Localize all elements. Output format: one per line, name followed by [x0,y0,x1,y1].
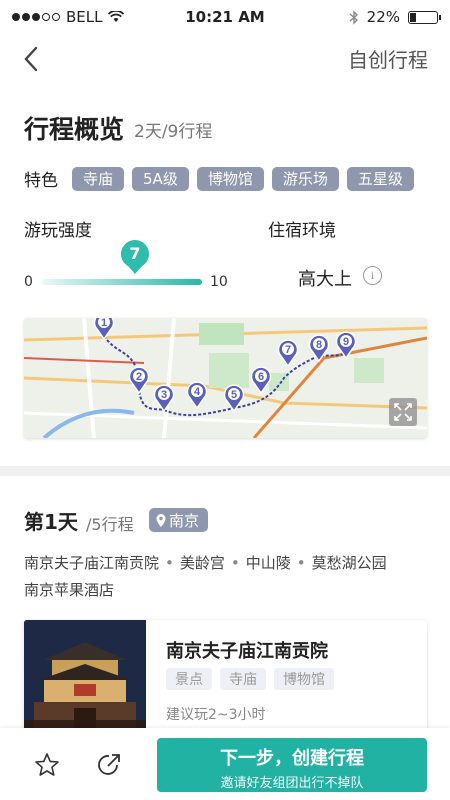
day-title: 第1天 [24,510,78,534]
map-marker-2[interactable]: 2 [128,366,150,394]
map-marker-label: 3 [161,389,167,401]
status-bar: BELL 10:21 AM 22% [0,0,450,34]
cta-label: 下一步，创建行程 [220,748,364,769]
slider-handle[interactable]: 7 [121,240,149,274]
slider-min-label: 0 [24,274,33,290]
feature-tag: 博物馆 [196,166,264,191]
route-stop: 莫愁湖公园 [311,554,387,572]
map-marker-label: 5 [231,389,237,401]
features-row: 特色 寺庙 5A级 博物馆 游乐场 五星级 [24,166,422,191]
star-icon[interactable] [34,752,60,778]
map-marker-7[interactable]: 7 [277,339,299,367]
expand-icon[interactable] [389,398,417,426]
share-icon[interactable] [96,752,122,778]
route-stop: 南京夫子庙江南贡院 [24,554,160,572]
route-stop: 美龄宫 [179,554,225,572]
map-marker-5[interactable]: 5 [223,384,245,412]
route-stop: 南京苹果酒店 [24,581,115,599]
day-subtitle: /5行程 [86,515,134,534]
lodging-label: 住宿环境 [268,221,336,241]
features-label: 特色 [24,171,58,191]
attraction-tags: 景点 寺庙 博物馆 [166,668,334,690]
attraction-photo [24,620,146,740]
overview-subtitle: 2天/9行程 [134,122,213,142]
create-itinerary-button[interactable]: 下一步，创建行程 邀请好友组团出行不掉队 [157,738,427,792]
section-divider [0,466,450,476]
cta-sublabel: 邀请好友组团出行不掉队 [220,776,364,791]
battery-percent: 22% [366,8,400,26]
map-marker-label: 4 [194,386,201,398]
feature-tag: 游乐场 [271,166,339,191]
attraction-duration: 建议玩2~3小时 [166,707,266,723]
slider-max-label: 10 [210,274,228,290]
route-stop: 中山陵 [245,554,291,572]
city-name: 南京 [169,511,200,530]
battery-icon [408,10,441,24]
map-marker-label: 2 [136,371,142,383]
bluetooth-icon [349,9,358,25]
intensity-label: 游玩强度 [24,221,92,241]
attraction-card[interactable]: 南京夫子庙江南贡院 景点 寺庙 博物馆 建议玩2~3小时 [24,620,427,740]
attraction-tag: 寺庙 [220,668,266,690]
map-canvas [24,318,427,438]
feature-tag: 5A级 [132,166,189,191]
map-marker-9[interactable]: 9 [335,331,357,359]
feature-tag: 寺庙 [72,166,125,191]
map-marker-4[interactable]: 4 [186,381,208,409]
attraction-tag: 博物馆 [274,668,334,690]
bottom-bar: 下一步，创建行程 邀请好友组团出行不掉队 [0,728,450,800]
map-marker-label: 7 [285,344,291,356]
city-badge[interactable]: 南京 [149,508,209,532]
map-marker-label: 8 [316,339,322,351]
map-marker-label: 1 [101,318,107,329]
attraction-title: 南京夫子庙江南贡院 [166,641,328,662]
map-marker-6[interactable]: 6 [250,366,272,394]
nav-bar: 自创行程 [0,34,450,84]
page-title: 自创行程 [348,48,428,72]
map-marker-1[interactable]: 1 [93,318,115,340]
overview-title: 行程概览 [24,115,125,144]
feature-tag: 五星级 [346,166,414,191]
route-map[interactable]: 1 2 3 4 5 6 7 8 9 [24,318,427,438]
route-summary: 南京夫子庙江南贡院 • 美龄宫 • 中山陵 • 莫愁湖公园 [24,554,387,572]
slider-value: 7 [121,240,149,268]
status-right: 22% [349,8,441,26]
map-marker-label: 9 [343,336,349,348]
location-pin-icon [156,513,166,527]
chevron-left-icon[interactable] [20,44,42,74]
map-marker-3[interactable]: 3 [153,384,175,412]
lodging-value: 高大上 [298,269,352,290]
map-marker-8[interactable]: 8 [308,334,330,362]
info-icon[interactable]: i [363,266,382,285]
map-marker-label: 6 [258,371,264,383]
intensity-slider[interactable] [42,279,202,285]
attraction-tag: 景点 [166,668,212,690]
